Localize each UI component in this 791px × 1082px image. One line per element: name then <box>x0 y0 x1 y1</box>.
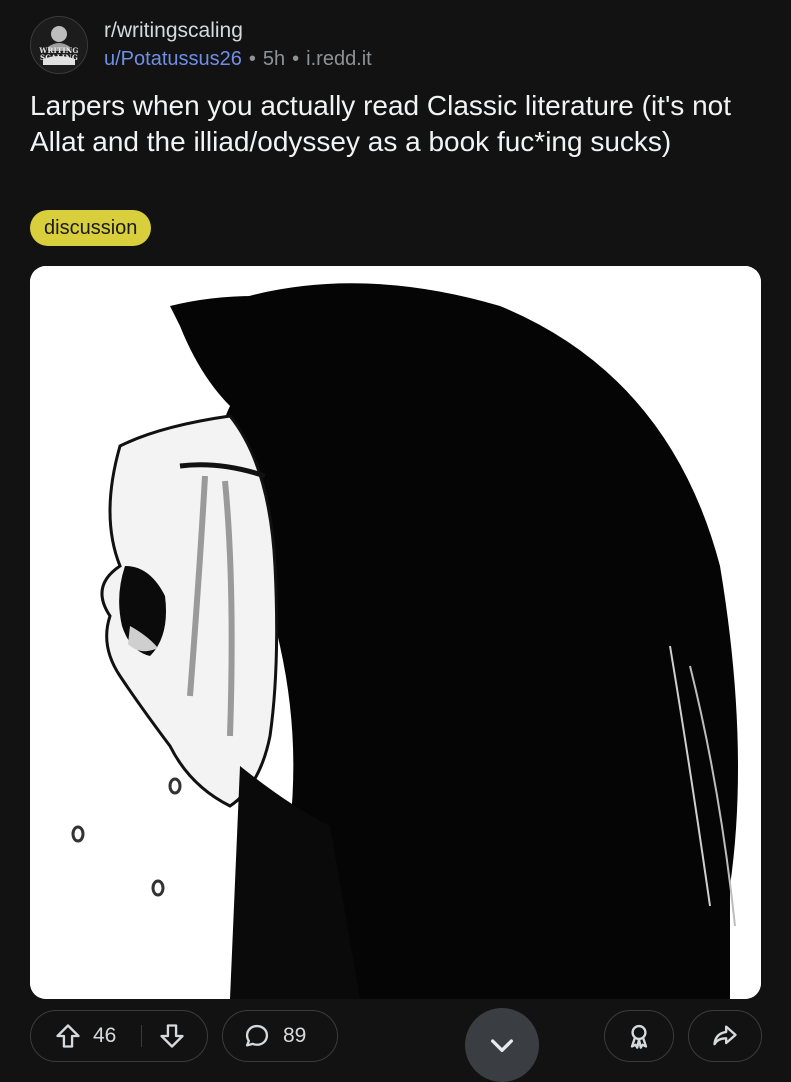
post-flair[interactable]: discussion <box>30 210 152 246</box>
meta-separator: • <box>292 48 300 70</box>
upvote-button[interactable] <box>51 1011 85 1060</box>
post-meta-line: u/Potatussus26 • 5h • i.redd.it <box>104 46 372 72</box>
post-actions-bar: 46 89 <box>0 1000 791 1080</box>
comment-count: 89 <box>283 1024 307 1047</box>
comment-bubble-icon <box>245 1024 269 1046</box>
meta-separator: • <box>248 48 256 70</box>
post-image[interactable] <box>30 266 761 999</box>
scroll-down-button[interactable] <box>465 1008 539 1082</box>
share-icon-wrap <box>689 1011 760 1060</box>
upvote-count: 46 <box>93 1024 117 1047</box>
share-icon <box>712 1025 737 1045</box>
avatar-portrait-icon <box>31 17 87 73</box>
post-card: WRITING SCALING r/writingscaling u/Potat… <box>0 0 791 1082</box>
award-button[interactable] <box>604 1010 674 1062</box>
avatar-logo-text: WRITING SCALING <box>39 46 79 62</box>
author-username[interactable]: u/Potatussus26 <box>104 48 242 70</box>
subreddit-name[interactable]: r/writingscaling <box>104 18 372 44</box>
vote-control: 46 <box>30 1010 208 1062</box>
award-icon <box>630 1024 647 1049</box>
subreddit-avatar[interactable]: WRITING SCALING <box>30 16 88 74</box>
post-age: 5h <box>262 48 286 70</box>
crying-manga-girl-illustration <box>30 266 761 999</box>
award-icon-wrap <box>605 1011 672 1060</box>
post-domain[interactable]: i.redd.it <box>306 48 372 70</box>
vote-divider <box>141 1025 142 1047</box>
comments-button[interactable]: 89 <box>222 1010 338 1062</box>
post-title[interactable]: Larpers when you actually read Classic l… <box>30 88 750 160</box>
upvote-arrow-icon <box>56 1023 80 1048</box>
share-button[interactable] <box>688 1010 762 1062</box>
comment-icon-wrap <box>241 1011 273 1060</box>
downvote-button[interactable] <box>155 1011 189 1060</box>
downvote-arrow-icon <box>160 1023 184 1048</box>
post-meta: r/writingscaling u/Potatussus26 • 5h • i.red… <box>104 18 372 72</box>
chevron-down-icon <box>491 1039 513 1052</box>
